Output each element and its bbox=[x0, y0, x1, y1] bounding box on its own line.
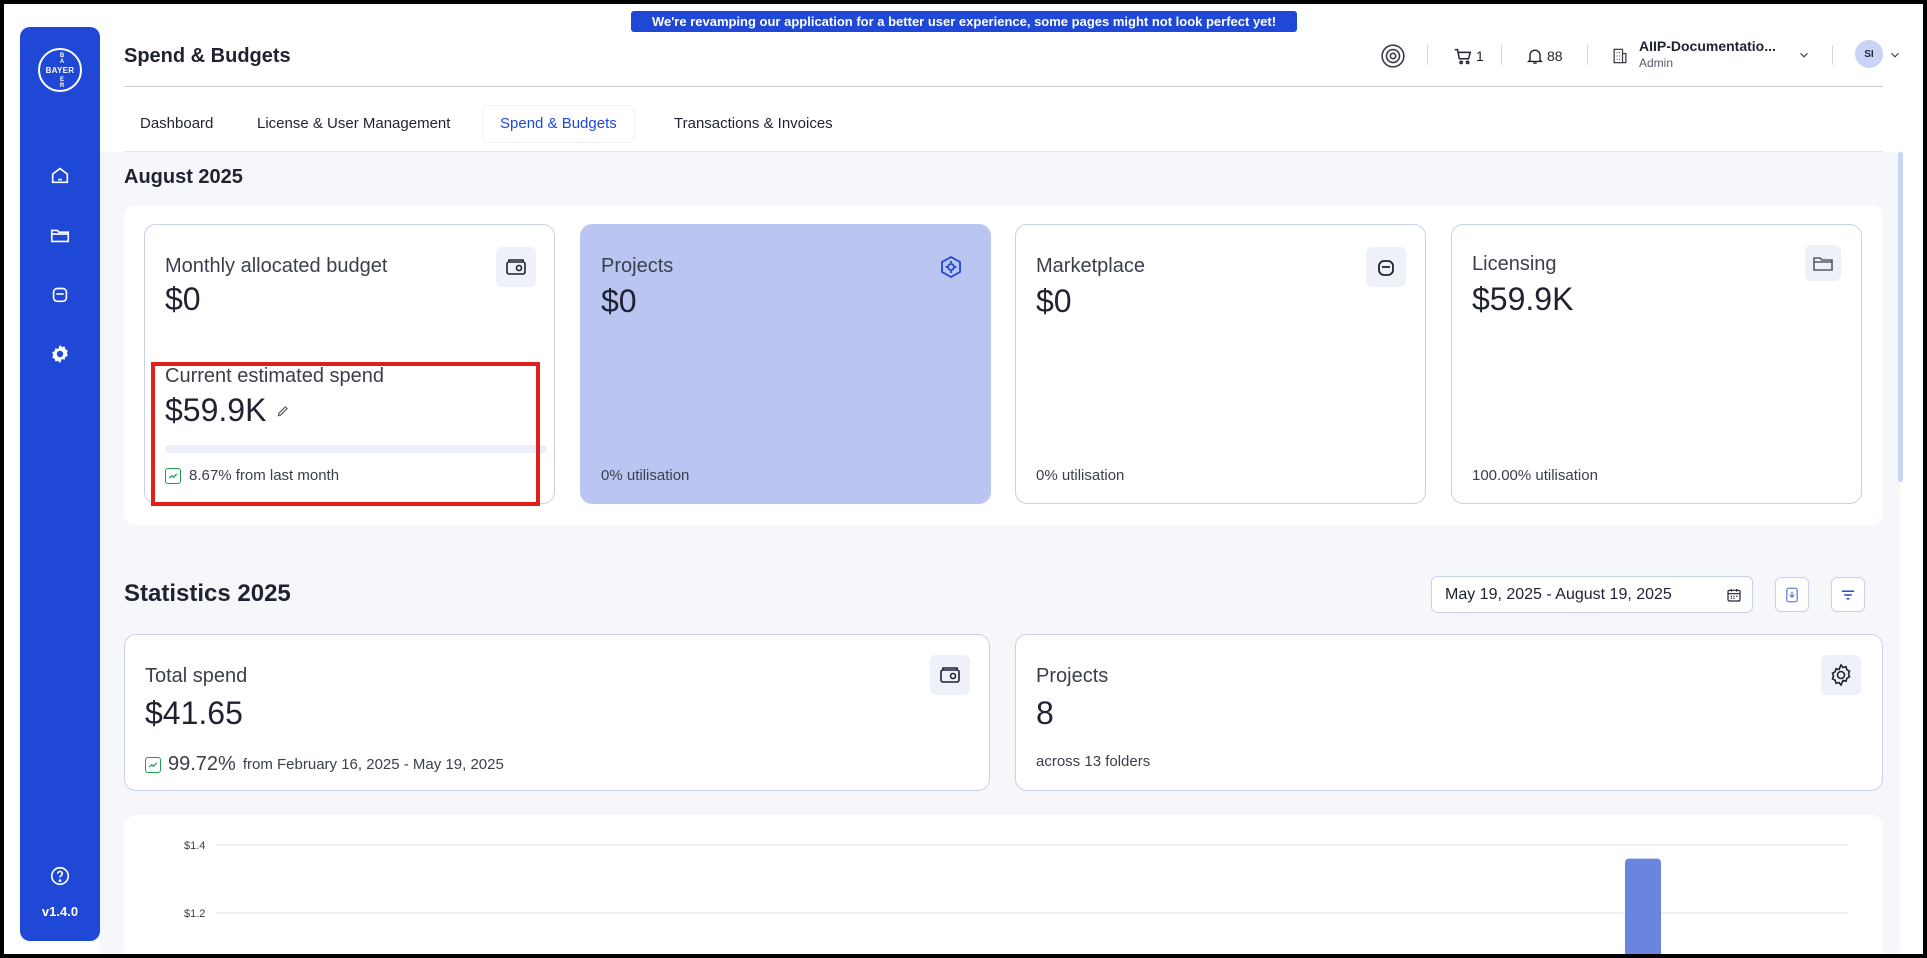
tab-dashboard[interactable]: Dashboard bbox=[140, 106, 213, 142]
trend-up-icon bbox=[145, 756, 161, 773]
spend-chart: $1.4 $1.2 bbox=[124, 815, 1883, 958]
user-menu-chevron-icon[interactable] bbox=[1888, 48, 1902, 62]
help-icon[interactable] bbox=[48, 864, 72, 888]
projects-stat-value: 8 bbox=[1036, 695, 1054, 731]
projects-stat-card: Projects 8 across 13 folders bbox=[1015, 634, 1883, 791]
gear-icon bbox=[1821, 655, 1861, 695]
budget-title: Monthly allocated budget bbox=[165, 255, 388, 277]
folder-icon bbox=[1805, 245, 1841, 281]
cart-icon bbox=[1454, 48, 1472, 65]
bag-icon[interactable] bbox=[48, 282, 72, 306]
projects-stat-sub: across 13 folders bbox=[1036, 753, 1151, 770]
tab-spend-budgets[interactable]: Spend & Budgets bbox=[483, 106, 634, 142]
licensing-title: Licensing bbox=[1472, 253, 1557, 275]
month-title: August 2025 bbox=[124, 166, 243, 188]
calendar-icon bbox=[1727, 589, 1741, 602]
revamp-banner: We're revamping our application for a be… bbox=[631, 11, 1297, 32]
bayer-logo[interactable]: BA BAYER ER bbox=[38, 48, 82, 92]
projects-value: $0 bbox=[601, 283, 637, 319]
settings-circle-button[interactable] bbox=[1380, 44, 1406, 68]
y-tick-label: $1.4 bbox=[184, 840, 205, 852]
cash-icon bbox=[496, 247, 536, 287]
logo-text: BAYER bbox=[45, 66, 75, 75]
building-icon bbox=[1610, 44, 1630, 68]
notifications-button[interactable]: 88 bbox=[1525, 44, 1563, 68]
statistics-title: Statistics 2025 bbox=[124, 580, 291, 607]
gear-icon[interactable] bbox=[48, 342, 72, 366]
sidebar: BA BAYER ER v1.4.0 bbox=[20, 27, 100, 941]
projects-utilisation: 0% utilisation bbox=[601, 467, 690, 484]
total-spend-value: $41.65 bbox=[145, 695, 243, 731]
licensing-card[interactable]: Licensing $59.9K 100.00% utilisation bbox=[1451, 224, 1862, 504]
page-title: Spend & Budgets bbox=[124, 45, 291, 67]
notifications-count: 88 bbox=[1547, 48, 1563, 64]
total-spend-change: 99.72% from February 16, 2025 - May 19, … bbox=[145, 753, 504, 776]
total-spend-change-pct: 99.72% bbox=[168, 753, 236, 775]
date-range-picker[interactable]: May 19, 2025 - August 19, 2025 bbox=[1431, 576, 1753, 613]
tab-transactions-invoices[interactable]: Transactions & Invoices bbox=[674, 106, 833, 142]
filter-button[interactable] bbox=[1831, 577, 1865, 612]
folder-icon[interactable] bbox=[48, 223, 72, 247]
total-spend-card: Total spend $41.65 99.72% from February … bbox=[124, 634, 990, 791]
download-icon bbox=[1786, 587, 1798, 602]
chart-bar[interactable] bbox=[1625, 858, 1661, 958]
chevron-down-icon[interactable] bbox=[1797, 48, 1811, 62]
total-spend-change-text: from February 16, 2025 - May 19, 2025 bbox=[242, 756, 504, 773]
version-label: v1.4.0 bbox=[41, 904, 79, 919]
filter-icon bbox=[1842, 590, 1854, 599]
org-name: AIIP-Documentatio... bbox=[1639, 38, 1776, 54]
marketplace-utilisation: 0% utilisation bbox=[1036, 467, 1125, 484]
tab-license-user-management[interactable]: License & User Management bbox=[257, 106, 450, 142]
download-button[interactable] bbox=[1775, 577, 1809, 612]
scrollbar[interactable] bbox=[1898, 152, 1903, 482]
projects-title: Projects bbox=[601, 255, 674, 277]
bell-icon bbox=[1527, 49, 1543, 64]
target-icon bbox=[1381, 44, 1405, 68]
bag-icon bbox=[1366, 247, 1406, 287]
total-spend-title: Total spend bbox=[145, 665, 248, 687]
org-switcher[interactable]: AIIP-Documentatio... Admin bbox=[1639, 38, 1776, 70]
licensing-utilisation: 100.00% utilisation bbox=[1472, 467, 1598, 484]
cash-icon bbox=[930, 655, 970, 695]
projects-card[interactable]: Projects $0 0% utilisation bbox=[580, 224, 991, 504]
cart-button[interactable]: 1 bbox=[1452, 44, 1484, 68]
highlight-annotation bbox=[151, 362, 540, 506]
org-role: Admin bbox=[1639, 56, 1674, 70]
spend-chart-svg: $1.4 $1.2 bbox=[184, 840, 1848, 958]
avatar[interactable]: SI bbox=[1855, 40, 1883, 68]
date-range-value: May 19, 2025 - August 19, 2025 bbox=[1445, 586, 1672, 603]
marketplace-card[interactable]: Marketplace $0 0% utilisation bbox=[1015, 224, 1426, 504]
y-tick-label: $1.2 bbox=[184, 908, 205, 920]
marketplace-title: Marketplace bbox=[1036, 255, 1145, 277]
projects-stat-title: Projects bbox=[1036, 665, 1109, 687]
cart-count: 1 bbox=[1476, 48, 1484, 64]
budget-value: $0 bbox=[165, 281, 201, 317]
hexagon-gear-icon bbox=[931, 247, 971, 287]
marketplace-value: $0 bbox=[1036, 283, 1072, 319]
licensing-value: $59.9K bbox=[1472, 281, 1574, 317]
home-icon[interactable] bbox=[48, 163, 72, 187]
